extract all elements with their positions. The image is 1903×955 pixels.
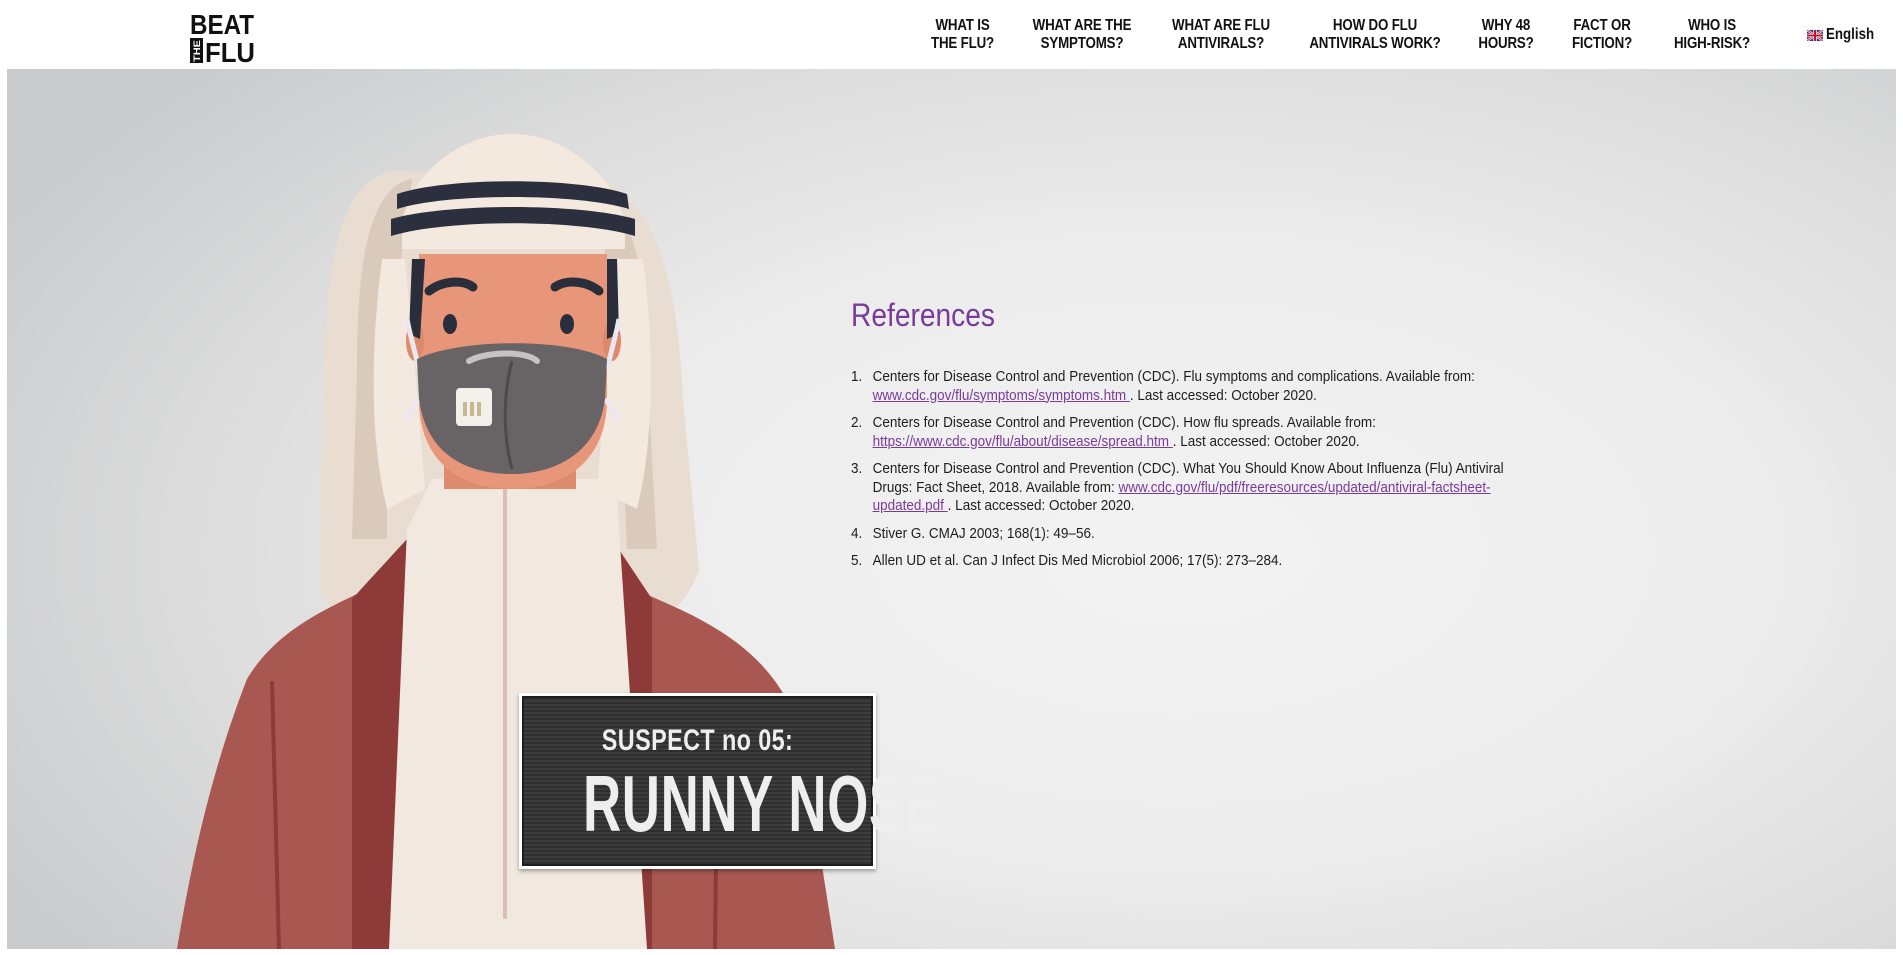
- reference-item: 3. Centers for Disease Control and Preve…: [851, 460, 1543, 516]
- nav-label-line2: HIGH-RISK?: [1673, 35, 1751, 52]
- nav-label-line2: HOURS?: [1478, 35, 1534, 52]
- reference-item: 5. Allen UD et al. Can J Infect Dis Med …: [851, 552, 1543, 571]
- reference-accessed: . Last accessed: October 2020.: [1129, 386, 1317, 404]
- nav-how-do-flu-antivirals-work[interactable]: HOW DO FLU ANTIVIRALS WORK?: [1309, 17, 1441, 53]
- reference-number: 3.: [851, 460, 863, 477]
- hero-section: References 1. Centers for Disease Contro…: [7, 69, 1896, 949]
- reference-text: Centers for Disease Control and Preventi…: [872, 368, 1475, 385]
- reference-item: 2. Centers for Disease Control and Preve…: [851, 414, 1543, 451]
- nav-who-is-high-risk[interactable]: WHO IS HIGH-RISK?: [1670, 17, 1754, 53]
- nav-label-line1: WHAT ARE THE: [1032, 17, 1132, 34]
- reference-accessed: . Last accessed: October 2020.: [1172, 432, 1360, 450]
- nav-label-line2: FICTION?: [1571, 35, 1633, 52]
- nav-label-line2: ANTIVIRALS?: [1177, 35, 1265, 52]
- uk-flag-icon: [1807, 29, 1823, 41]
- site-header: BEAT THE FLU WHAT IS THE FLU? WHAT ARE T…: [0, 0, 1903, 69]
- letter-board: SUSPECT no 05: RUNNY NOSE: [522, 696, 941, 866]
- nav-label-line2: SYMPTOMS?: [1040, 35, 1124, 52]
- references-list: 1. Centers for Disease Control and Preve…: [851, 368, 1551, 571]
- nav-what-are-flu-antivirals[interactable]: WHAT ARE FLU ANTIVIRALS?: [1169, 17, 1274, 53]
- language-label: English: [1826, 26, 1875, 43]
- nav-why-48-hours[interactable]: WHY 48 HOURS?: [1473, 17, 1538, 53]
- reference-link[interactable]: https://www.cdc.gov/flu/about/disease/sp…: [873, 433, 1173, 450]
- nav-label-line2: THE FLU?: [930, 35, 995, 52]
- reference-number: 4.: [851, 524, 863, 542]
- symptom-name: RUNNY NOSE: [582, 759, 941, 848]
- reference-accessed: . Last accessed: October 2020.: [947, 497, 1135, 514]
- nav-label-line2: ANTIVIRALS WORK?: [1309, 35, 1441, 52]
- nav-label-line1: WHY 48: [1481, 17, 1531, 34]
- nav-what-is-the-flu[interactable]: WHAT IS THE FLU?: [927, 17, 998, 53]
- references-title: References: [851, 297, 996, 333]
- main-navigation: WHAT IS THE FLU? WHAT ARE THE SYMPTOMS? …: [0, 17, 1903, 57]
- reference-text: Stiver G. CMAJ 2003; 168(1): 49–56.: [872, 524, 1095, 542]
- nav-what-are-the-symptoms[interactable]: WHAT ARE THE SYMPTOMS?: [1030, 17, 1133, 53]
- reference-number: 2.: [851, 414, 863, 431]
- nav-label-line1: WHAT IS: [935, 17, 990, 34]
- reference-text: Allen UD et al. Can J Infect Dis Med Mic…: [872, 552, 1283, 569]
- reference-number: 5.: [851, 552, 863, 569]
- references-section: References 1. Centers for Disease Contro…: [851, 297, 1551, 580]
- language-selector[interactable]: English: [1807, 26, 1882, 44]
- reference-number: 1.: [851, 368, 863, 385]
- nav-fact-or-fiction[interactable]: FACT OR FICTION?: [1569, 17, 1634, 53]
- reference-item: 1. Centers for Disease Control and Preve…: [851, 368, 1543, 405]
- reference-item: 4. Stiver G. CMAJ 2003; 168(1): 49–56.: [851, 525, 1543, 544]
- reference-text: Centers for Disease Control and Preventi…: [872, 414, 1376, 431]
- nav-label-line1: WHO IS: [1688, 17, 1736, 34]
- nav-label-line1: FACT OR: [1573, 17, 1631, 34]
- suspect-number: SUSPECT no 05:: [601, 724, 794, 757]
- suspect-sign: SUSPECT no 05: RUNNY NOSE: [519, 693, 941, 869]
- reference-link[interactable]: www.cdc.gov/flu/symptoms/symptoms.htm: [873, 387, 1130, 404]
- nav-label-line1: WHAT ARE FLU: [1172, 17, 1270, 34]
- nav-label-line1: HOW DO FLU: [1332, 17, 1418, 34]
